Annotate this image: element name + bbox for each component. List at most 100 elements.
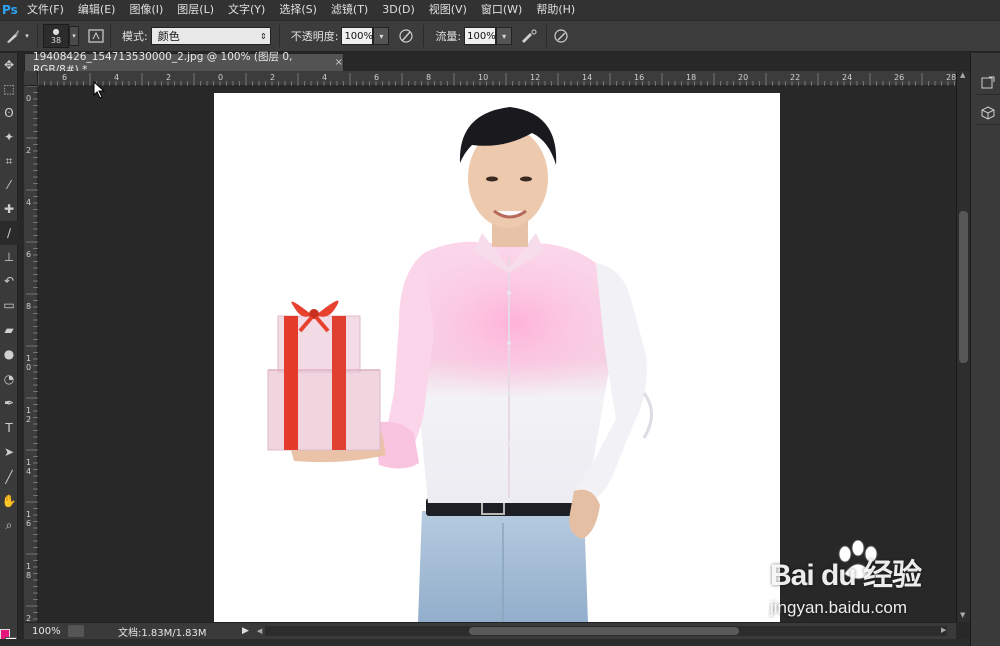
menu-select[interactable]: 选择(S): [272, 0, 324, 20]
history-panel-icon[interactable]: [975, 71, 1000, 95]
photoshop-window: Ps 文件(F) 编辑(E) 图像(I) 图层(L) 文字(Y) 选择(S) 滤…: [0, 0, 1000, 646]
ruler-v-label: 0: [26, 94, 31, 103]
ruler-h-label: 26: [894, 73, 904, 82]
scroll-right-icon[interactable]: ▶: [941, 626, 946, 634]
mode-value: 颜色: [157, 30, 180, 43]
ruler-h-label: 12: [530, 73, 540, 82]
airbrush-icon[interactable]: [520, 27, 538, 45]
menu-window[interactable]: 窗口(W): [474, 0, 529, 20]
horizontal-ruler[interactable]: 6 4 2 0 2 4 6 8 10 12 14 16 18 20 22 24 26 28: [38, 71, 956, 86]
move-icon[interactable]: ✥: [0, 53, 18, 77]
eraser-icon[interactable]: ▭: [0, 293, 18, 318]
brush-size-picker[interactable]: ● 38: [43, 24, 69, 48]
brush-icon[interactable]: ∕: [0, 221, 18, 245]
menu-image[interactable]: 图像(I): [122, 0, 170, 20]
mode-select[interactable]: 颜色 ⇕: [150, 27, 271, 45]
scroll-left-icon[interactable]: ◀: [257, 627, 262, 635]
tool-preset-dropdown-icon[interactable]: ▾: [22, 26, 32, 46]
ruler-h-label: 16: [634, 73, 644, 82]
pressure-size-icon[interactable]: [552, 27, 570, 45]
eyedropper-icon[interactable]: ⁄: [0, 173, 18, 197]
ruler-h-label: 0: [218, 73, 223, 82]
menu-filter[interactable]: 滤镜(T): [324, 0, 375, 20]
status-menu-arrow-icon[interactable]: ▶: [242, 626, 249, 636]
dodge-icon[interactable]: ◔: [0, 367, 18, 392]
divider: [278, 25, 280, 47]
vertical-scroll-thumb[interactable]: [959, 211, 968, 363]
document-size-info: 文档:1.83M/1.83M: [118, 627, 207, 639]
ruler-h-label: 6: [374, 73, 379, 82]
scroll-down-icon[interactable]: ▼: [960, 611, 965, 619]
ruler-v-label: 1: [26, 458, 31, 467]
ruler-h-label: 6: [62, 73, 67, 82]
document-tab[interactable]: 19408426_154713530000_2.jpg @ 100% (图层 0…: [24, 51, 344, 76]
divider: [110, 25, 111, 47]
ruler-v-label: 2: [26, 415, 31, 424]
brush-size-value: 38: [50, 36, 62, 45]
brush-panel-toggle-icon[interactable]: [87, 27, 105, 45]
ruler-h-label: 24: [842, 73, 852, 82]
type-icon[interactable]: T: [0, 416, 18, 441]
ruler-origin[interactable]: [24, 71, 38, 86]
properties-panel-icon[interactable]: [975, 101, 1000, 125]
mode-label: 模式:: [122, 30, 148, 43]
horizontal-scrollbar[interactable]: ▶: [265, 626, 947, 636]
menu-view[interactable]: 视图(V): [422, 0, 474, 20]
clone-stamp-icon[interactable]: ⊥: [0, 245, 18, 269]
history-brush-icon[interactable]: ↶: [0, 269, 18, 293]
zoom-icon[interactable]: ⌕: [0, 514, 18, 539]
ruler-h-label: 18: [686, 73, 696, 82]
blur-icon[interactable]: ●: [0, 342, 18, 367]
canvas-area[interactable]: [39, 87, 956, 622]
menu-layer[interactable]: 图层(L): [170, 0, 221, 20]
ruler-h-label: 14: [582, 73, 592, 82]
select-arrows-icon: ⇕: [260, 31, 267, 41]
menu-help[interactable]: 帮助(H): [529, 0, 582, 20]
menu-edit[interactable]: 编辑(E): [71, 0, 123, 20]
marquee-icon[interactable]: ⬚: [0, 77, 18, 101]
vertical-scrollbar[interactable]: ▲ ▼: [956, 71, 970, 622]
lasso-icon[interactable]: ʘ: [0, 101, 18, 125]
photo-man-with-gift: [267, 107, 653, 622]
ruler-v-label: 2: [26, 614, 31, 622]
pen-icon[interactable]: ✒: [0, 391, 18, 416]
ruler-v-label: 4: [26, 467, 31, 476]
menu-file[interactable]: 文件(F): [20, 0, 71, 20]
scroll-up-icon[interactable]: ▲: [960, 71, 965, 79]
zoom-level-field[interactable]: 100%: [24, 626, 68, 637]
opacity-field[interactable]: 100%: [341, 27, 374, 45]
ruler-h-label: 20: [738, 73, 748, 82]
flow-label: 流量:: [435, 30, 462, 43]
close-tab-icon[interactable]: ×: [335, 57, 343, 68]
line-icon[interactable]: ╱: [0, 465, 18, 490]
menu-type[interactable]: 文字(Y): [221, 0, 272, 20]
options-bar: ▾ ● 38 ▾ 模式: 颜色 ⇕ 不透明度: 100% ▾ 流量: 100% …: [0, 20, 1000, 52]
opacity-dropdown-icon[interactable]: ▾: [373, 27, 390, 45]
horizontal-scroll-thumb[interactable]: [469, 627, 739, 635]
flow-dropdown-icon[interactable]: ▾: [496, 27, 513, 45]
ruler-v-label: 0: [26, 363, 31, 372]
panel-dock-strip: [0, 639, 1000, 646]
brush-tool-preset-icon[interactable]: [4, 27, 22, 45]
document-image[interactable]: [214, 93, 780, 622]
vertical-ruler[interactable]: 0246810121416182: [24, 86, 38, 622]
hand-icon[interactable]: ✋: [0, 489, 18, 514]
ruler-h-label: 4: [114, 73, 119, 82]
crop-icon[interactable]: ⌗: [0, 149, 18, 173]
flow-field[interactable]: 100%: [464, 27, 497, 45]
menu-3d[interactable]: 3D(D): [375, 0, 422, 20]
path-selection-icon[interactable]: ➤: [0, 440, 18, 465]
divider: [546, 25, 548, 47]
healing-brush-icon[interactable]: ✚: [0, 197, 18, 221]
pressure-opacity-icon[interactable]: [397, 27, 415, 45]
tools-panel: ✥ ⬚ ʘ ✦ ⌗ ⁄ ✚ ∕ ⊥ ↶ ▭ ▰ ● ◔ ✒ T ➤ ╱ ✋ ⌕: [0, 53, 18, 646]
status-info-icon[interactable]: [68, 625, 84, 637]
ruler-h-label: 4: [322, 73, 327, 82]
gradient-icon[interactable]: ▰: [0, 318, 18, 343]
opacity-label: 不透明度:: [290, 30, 339, 43]
divider: [37, 25, 38, 47]
magic-wand-icon[interactable]: ✦: [0, 125, 18, 149]
brush-picker-dropdown-icon[interactable]: ▾: [69, 26, 79, 46]
ruler-v-label: 2: [26, 146, 31, 155]
menu-bar: Ps 文件(F) 编辑(E) 图像(I) 图层(L) 文字(Y) 选择(S) 滤…: [0, 0, 1000, 20]
